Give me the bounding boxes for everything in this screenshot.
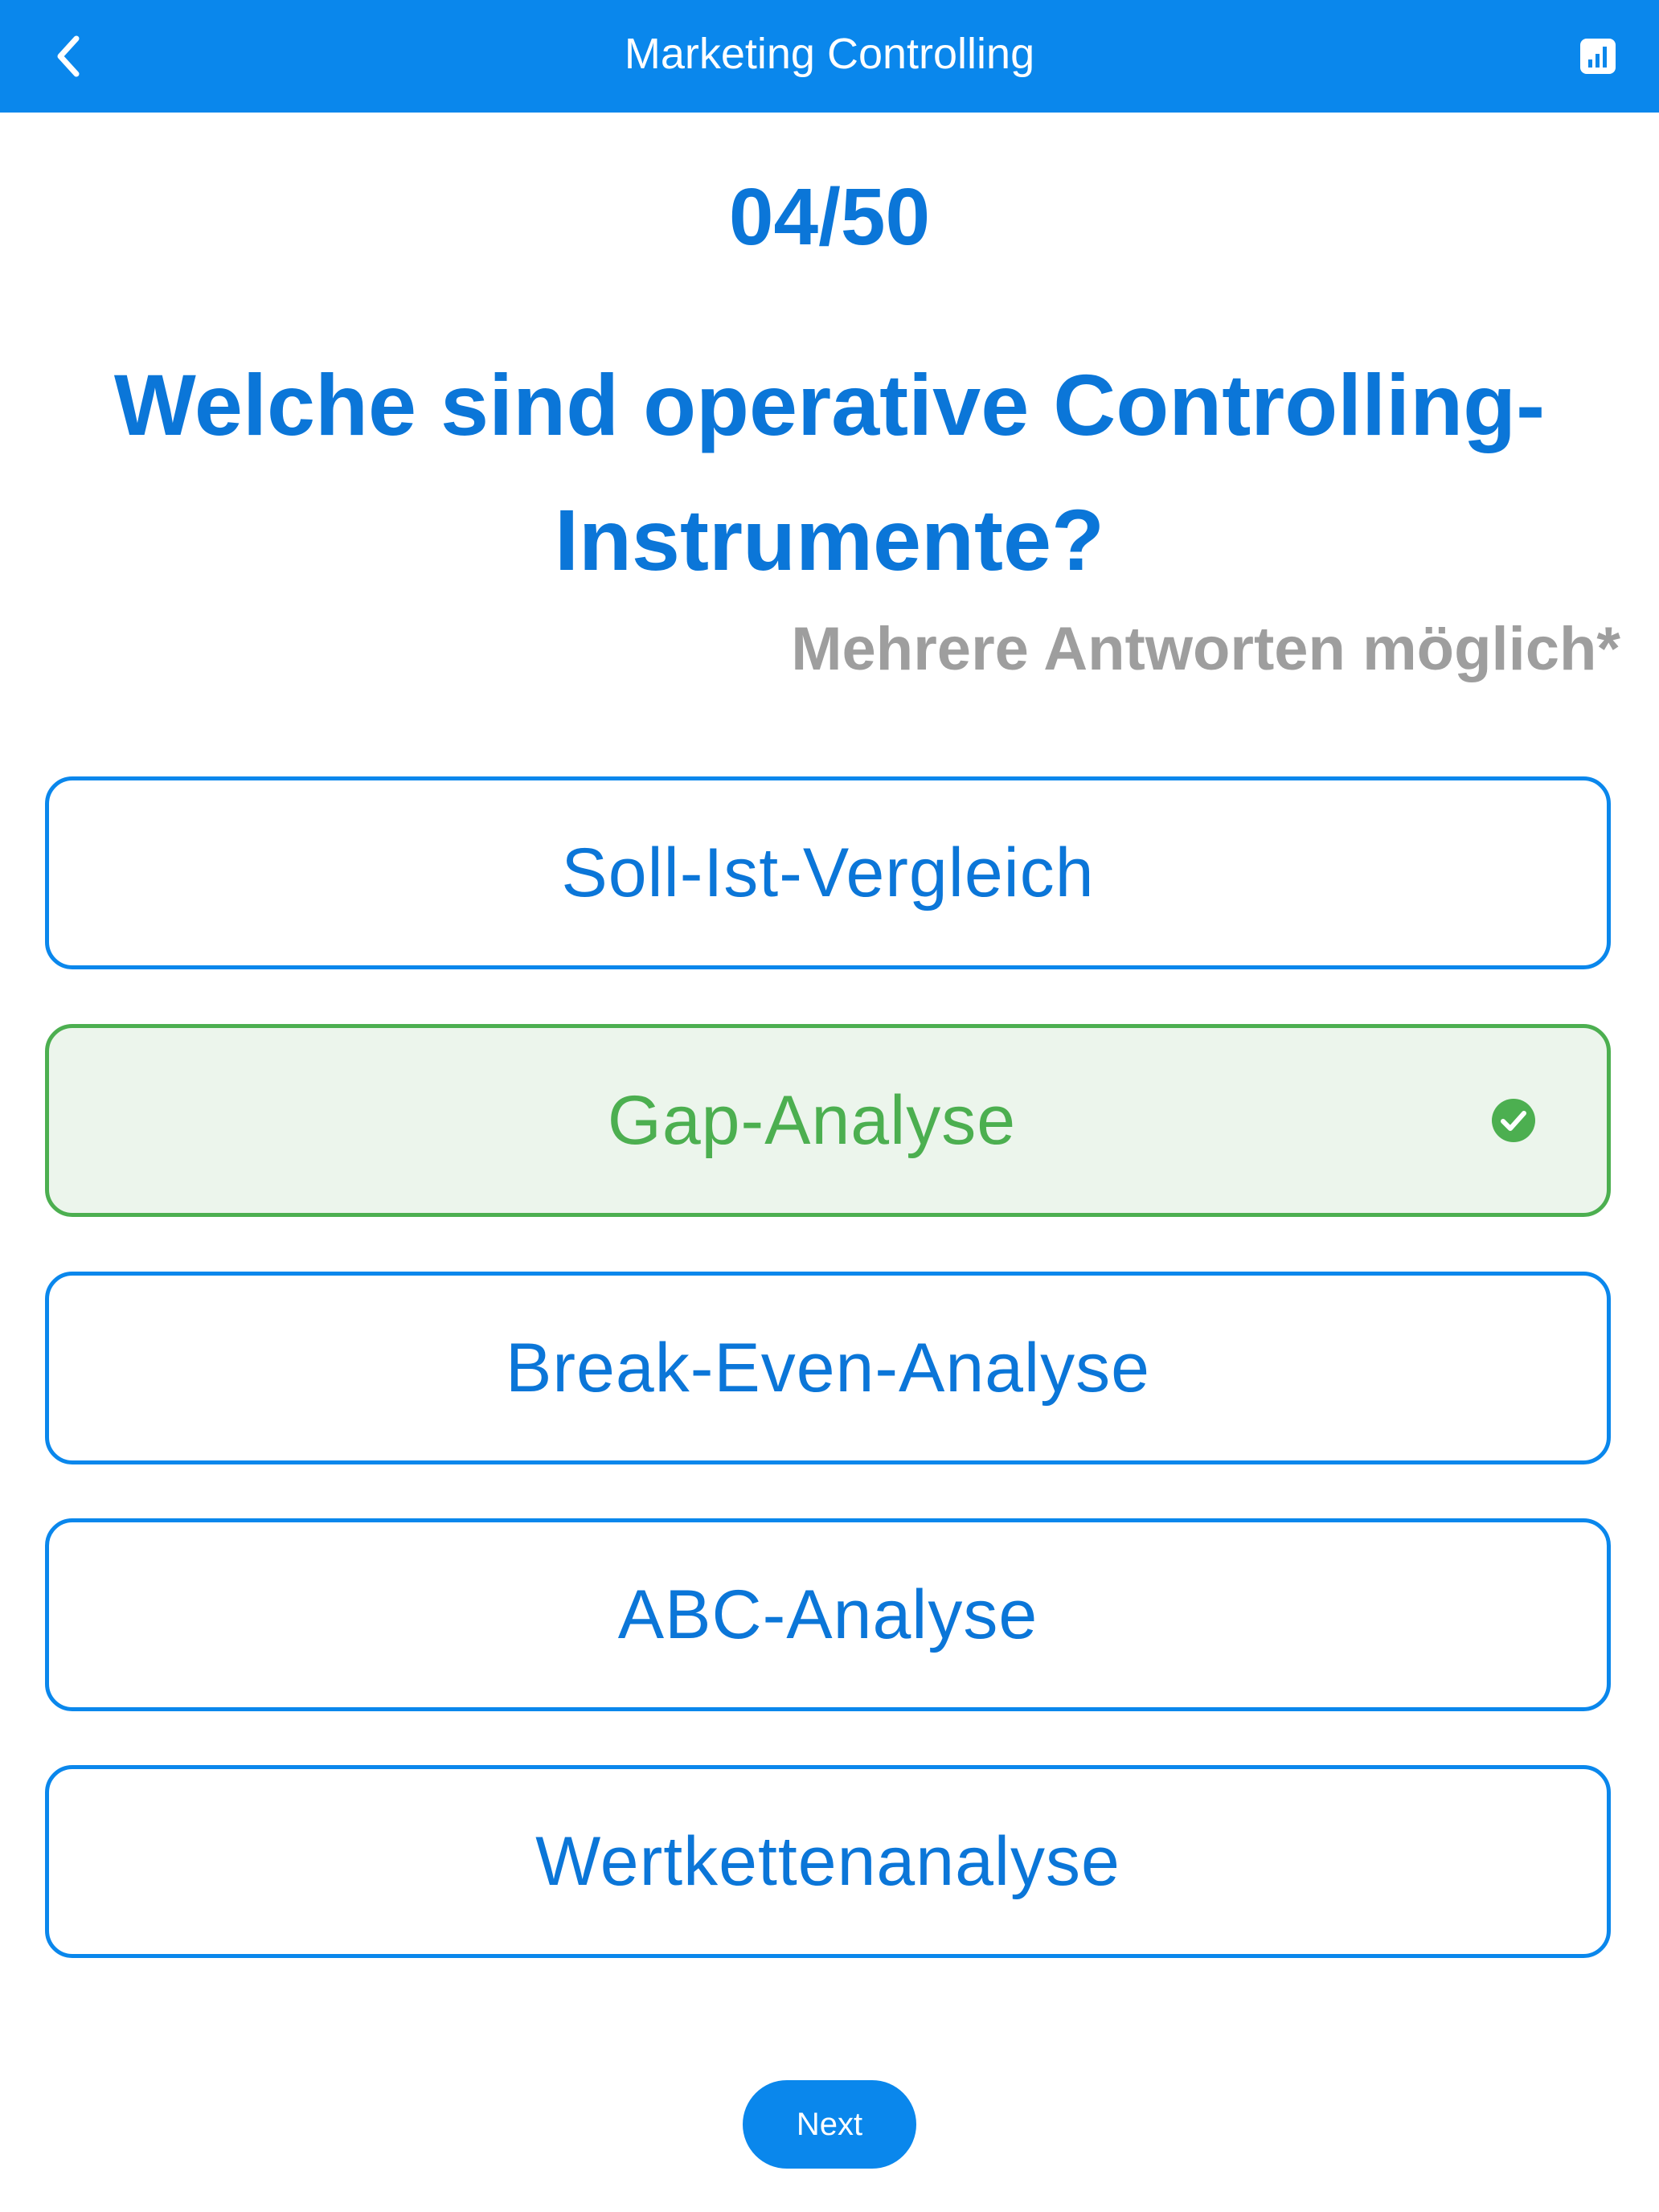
app-title: Marketing Controlling — [624, 30, 1035, 78]
next-button[interactable]: Next — [743, 2080, 916, 2169]
answer-option[interactable]: Wertkettenanalyse — [45, 1765, 1611, 1958]
answer-option-selected[interactable]: Gap-Analyse — [45, 1024, 1611, 1217]
bar-chart-icon — [1580, 39, 1616, 74]
answer-option-label: Wertkettenanalyse — [535, 1822, 1120, 1900]
question-counter: 04/50 — [728, 172, 931, 262]
stats-button[interactable] — [1566, 24, 1630, 88]
multiple-answers-hint: Mehrere Antworten möglich* — [791, 615, 1620, 683]
answer-option[interactable]: Soll-Ist-Vergleich — [45, 776, 1611, 969]
answer-option-label: ABC-Analyse — [617, 1575, 1038, 1653]
answer-option[interactable]: Break-Even-Analyse — [45, 1272, 1611, 1464]
top-app-bar: Marketing Controlling — [0, 0, 1659, 113]
check-circle-icon — [1492, 1099, 1535, 1142]
answer-option-label: Soll-Ist-Vergleich — [561, 834, 1095, 911]
answer-option-label: Gap-Analyse — [607, 1081, 1017, 1159]
question-text: Welche sind operative Controlling-Instru… — [113, 356, 1546, 588]
answer-option-label: Break-Even-Analyse — [506, 1329, 1150, 1407]
answer-option[interactable]: ABC-Analyse — [45, 1518, 1611, 1711]
